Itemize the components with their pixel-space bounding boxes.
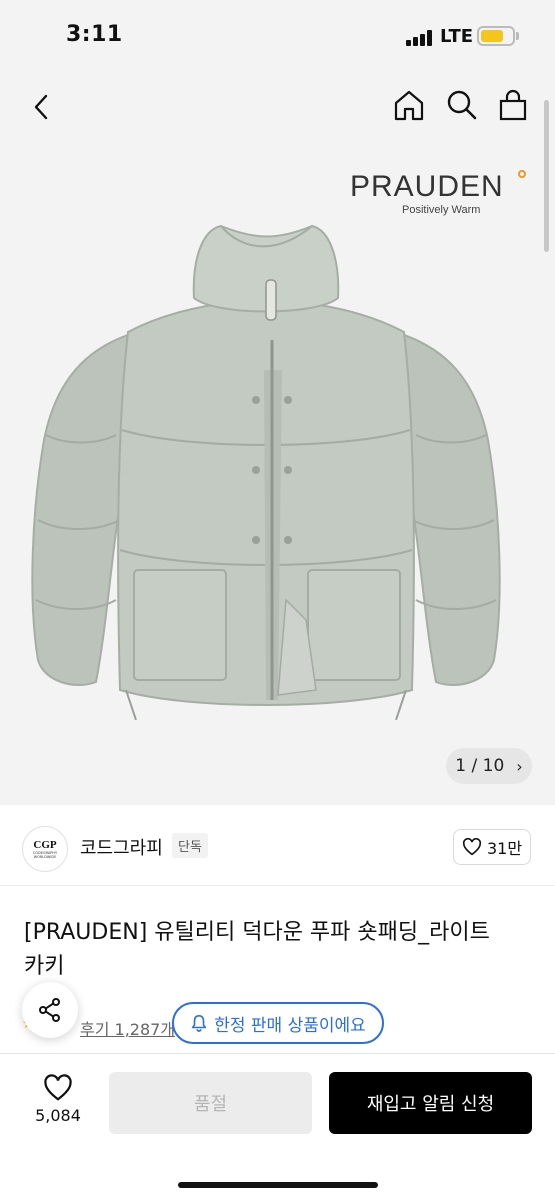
soldout-button: 품절 (109, 1072, 312, 1134)
battery-cap (516, 32, 519, 40)
home-button[interactable] (392, 88, 426, 122)
shopping-bag-icon (499, 89, 527, 121)
scroll-indicator[interactable] (544, 100, 549, 252)
product-title-line2: 카키 (24, 954, 65, 979)
product-photo-puffer-jacket (31, 224, 501, 720)
limited-sale-pill[interactable]: 한정 판매 상품이에요 (172, 1002, 384, 1044)
bell-icon (192, 1014, 207, 1032)
brand-tagline: Positively Warm (402, 204, 481, 216)
brand-logo-text: PRAUDEN (350, 170, 504, 203)
image-counter[interactable]: 1 / 10 › (446, 748, 532, 784)
status-time: 3:11 (66, 22, 123, 47)
store-like-count: 31만 (486, 839, 523, 858)
wishlist-button[interactable]: 5,084 (26, 1074, 90, 1125)
store-logo-text: CGP (33, 838, 57, 851)
restock-alert-button[interactable]: 재입고 알림 신청 (329, 1072, 532, 1134)
bottom-action-bar: 5,084 품절 재입고 알림 신청 (0, 1054, 555, 1200)
chevron-right-icon: › (516, 756, 523, 776)
product-image-area[interactable]: PRAUDEN Positively Warm 1 / 10 › (0, 72, 555, 805)
network-label: LTE (440, 26, 474, 47)
product-title-line1: [PRAUDEN] 유틸리티 덕다운 푸파 숏패딩_라이트 (24, 920, 490, 945)
store-row: CGP CODEGRAPHY WORLDWIDE 코드그라피 단독 31만 (0, 820, 555, 886)
signal-icon (406, 30, 434, 46)
limited-sale-label: 한정 판매 상품이에요 (214, 1015, 366, 1036)
store-name[interactable]: 코드그라피 (80, 834, 163, 860)
store-logo[interactable]: CGP CODEGRAPHY WORLDWIDE (22, 826, 68, 872)
product-title: [PRAUDEN] 유틸리티 덕다운 푸파 숏패딩_라이트 카키 (24, 916, 534, 984)
brand-logo: PRAUDEN Positively Warm (350, 170, 530, 216)
share-icon (39, 998, 60, 1022)
heart-icon (462, 838, 481, 856)
review-link[interactable]: 후기 1,287개 (80, 1016, 175, 1040)
search-button[interactable] (445, 88, 479, 122)
exclusive-badge: 단독 (172, 833, 208, 858)
home-indicator[interactable] (178, 1182, 378, 1188)
brand-logo-dot (518, 170, 526, 178)
share-button[interactable] (22, 982, 78, 1038)
store-logo-subtext: CODEGRAPHY WORLDWIDE (32, 850, 58, 859)
home-icon (394, 90, 424, 121)
image-counter-text: 1 / 10 (455, 756, 505, 776)
chevron-left-icon (34, 94, 48, 120)
heart-icon (44, 1074, 72, 1101)
status-bar: 3:11 LTE (0, 0, 555, 72)
store-like-button[interactable]: 31만 (453, 829, 531, 865)
shopping-bag-button[interactable] (496, 88, 530, 122)
wishlist-count: 5,084 (35, 1106, 81, 1125)
back-button[interactable] (28, 92, 58, 122)
search-icon (447, 90, 477, 120)
rating-row: ★ 후기 1,287개 한정 판매 상품이에요 (0, 1002, 555, 1044)
battery-icon (477, 26, 515, 46)
